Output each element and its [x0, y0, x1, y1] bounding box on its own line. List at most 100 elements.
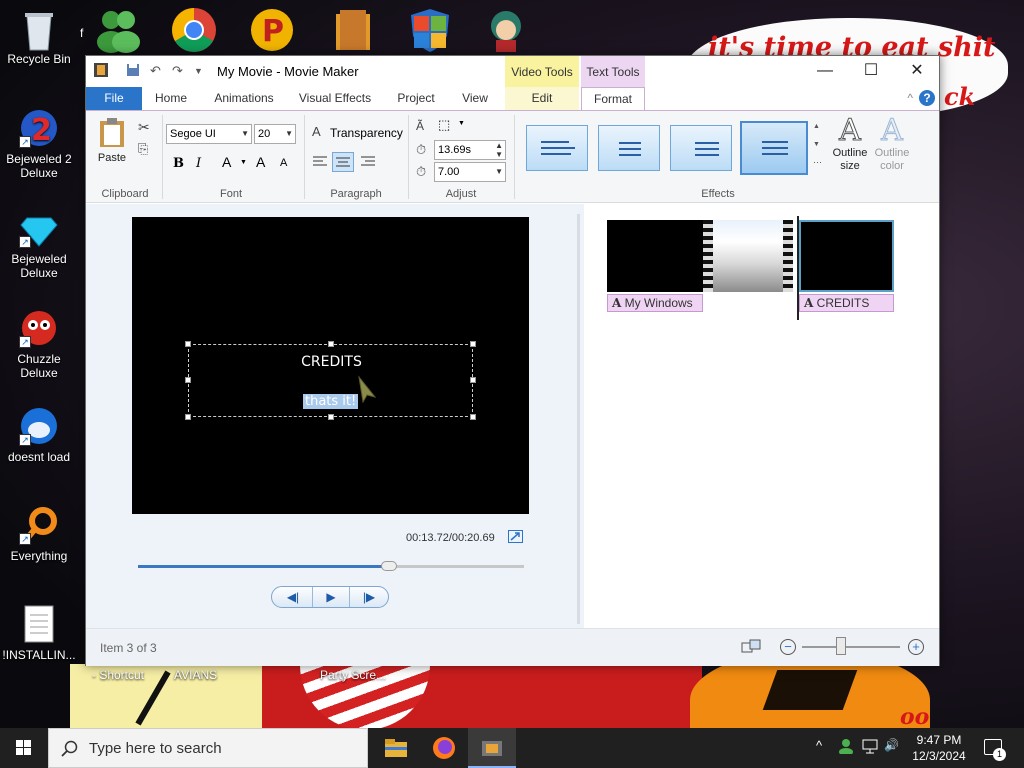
desktop-icon-bejeweled[interactable]: ↗ Bejeweled Deluxe: [1, 208, 77, 280]
tab-project[interactable]: Project: [388, 87, 444, 110]
resize-handle[interactable]: [185, 341, 191, 347]
tab-format[interactable]: Format: [581, 87, 645, 111]
zoom-slider-thumb[interactable]: [836, 637, 846, 655]
taskbar-file-explorer[interactable]: [372, 728, 420, 768]
resize-handle[interactable]: [185, 414, 191, 420]
customize-qat-icon[interactable]: ▼: [194, 66, 203, 76]
redo-icon[interactable]: ↷: [172, 63, 183, 79]
resize-handle[interactable]: [470, 341, 476, 347]
effect-thumb-3[interactable]: [670, 125, 732, 171]
gallery-more-icon[interactable]: ⋯: [813, 157, 822, 168]
effect-scroll-thumb[interactable]: [526, 125, 588, 171]
next-frame-button[interactable]: |▶: [350, 587, 388, 607]
chrome-icon[interactable]: [170, 6, 218, 54]
resize-handle[interactable]: [470, 414, 476, 420]
play-button[interactable]: ▶: [312, 587, 350, 607]
outline-size-button[interactable]: A Outline size: [826, 114, 874, 173]
peggle-icon[interactable]: P: [248, 6, 296, 54]
collapse-ribbon-icon[interactable]: ^: [907, 91, 913, 105]
fullscreen-icon[interactable]: [508, 530, 523, 543]
bold-button[interactable]: B: [173, 156, 184, 171]
duration-dropdown[interactable]: 7.00 ▼: [434, 162, 506, 182]
align-left-icon[interactable]: [312, 155, 328, 169]
paste-button[interactable]: Paste: [94, 117, 130, 164]
windows-defender-icon[interactable]: [406, 6, 454, 54]
copy-icon[interactable]: ⎘: [138, 141, 148, 157]
align-right-icon[interactable]: [360, 155, 376, 169]
desktop-icon-everything[interactable]: ↗ Everything: [1, 505, 77, 563]
maximize-button[interactable]: ☐: [848, 56, 894, 87]
people-tray-icon[interactable]: [838, 738, 854, 757]
caption-title-text[interactable]: CREDITS: [189, 354, 474, 370]
transparency-button[interactable]: Transparency: [330, 126, 403, 140]
taskbar-search-box[interactable]: Type here to search: [48, 728, 368, 768]
clip-thumbnail-selected[interactable]: [799, 220, 894, 292]
seek-bar[interactable]: [138, 561, 524, 571]
tab-home[interactable]: Home: [144, 87, 198, 110]
chevron-down-icon[interactable]: ▼: [240, 159, 247, 166]
desktop-icon-installing[interactable]: !INSTALLIN...: [1, 604, 77, 662]
tab-file[interactable]: File: [86, 87, 142, 110]
shrink-font-button[interactable]: A: [280, 157, 287, 169]
background-color-icon[interactable]: ⬚: [438, 117, 450, 133]
desktop-icon-label-partial[interactable]: - Shortcut: [92, 668, 144, 682]
desktop-icon-bejeweled-2[interactable]: 2 ↗ Bejeweled 2 Deluxe: [1, 108, 77, 180]
taskbar-firefox[interactable]: [420, 728, 468, 768]
desktop-icon-label-partial[interactable]: AVIANS: [174, 668, 217, 682]
video-preview[interactable]: CREDITS thats it!: [132, 217, 529, 514]
undo-icon[interactable]: ↶: [150, 63, 161, 79]
cut-icon[interactable]: ✂: [138, 119, 150, 136]
resize-handle[interactable]: [328, 414, 334, 420]
clip-thumbnail[interactable]: [703, 220, 793, 292]
volume-icon[interactable]: 🔊: [884, 738, 899, 752]
caption-item[interactable]: A My Windows: [607, 294, 703, 312]
desktop-icon-label-partial[interactable]: Party Scre...: [320, 668, 386, 682]
pane-splitter[interactable]: [577, 214, 580, 624]
show-hidden-icons[interactable]: ^: [816, 738, 822, 753]
align-center-icon[interactable]: [332, 152, 354, 172]
zoom-out-button[interactable]: −: [780, 639, 796, 655]
movie-maker-app-icon[interactable]: [94, 62, 108, 81]
people-icon[interactable]: [94, 6, 142, 54]
resize-handle[interactable]: [328, 341, 334, 347]
font-color-button[interactable]: A: [222, 154, 231, 170]
effect-thumb-2[interactable]: [598, 125, 660, 171]
tab-edit[interactable]: Edit: [505, 87, 579, 110]
caption-selected-text[interactable]: thats it!: [303, 394, 359, 409]
game-character-icon[interactable]: [482, 6, 530, 54]
gallery-scroll-down-icon[interactable]: ▼: [813, 141, 820, 148]
zoom-slider[interactable]: [802, 646, 900, 648]
tab-visual-effects[interactable]: Visual Effects: [292, 87, 378, 110]
seek-thumb[interactable]: [381, 561, 397, 571]
start-button[interactable]: [0, 728, 48, 768]
caption-item-selected[interactable]: A CREDITS: [799, 294, 894, 312]
font-size-dropdown[interactable]: 20 ▼: [254, 124, 296, 144]
desktop-icon-recycle-bin[interactable]: Recycle Bin: [1, 8, 77, 66]
previous-frame-button[interactable]: ◀|: [274, 587, 312, 607]
taskbar-movie-maker[interactable]: [468, 728, 516, 768]
font-family-dropdown[interactable]: Segoe UI ▼: [166, 124, 252, 144]
desktop-icon-doesnt-load[interactable]: ↗ doesnt load: [1, 406, 77, 464]
taskbar-clock[interactable]: 9:47 PM 12/3/2024: [906, 732, 972, 764]
zoom-in-button[interactable]: +: [908, 639, 924, 655]
outline-color-button[interactable]: A Outline color: [870, 114, 914, 173]
grow-font-button[interactable]: A: [256, 154, 265, 170]
desktop-icon-chuzzle[interactable]: ↗ Chuzzle Deluxe: [1, 308, 77, 380]
network-icon[interactable]: [862, 738, 878, 757]
effect-thumb-selected[interactable]: [740, 121, 808, 175]
gallery-scroll-up-icon[interactable]: ▲: [813, 123, 820, 130]
start-time-field[interactable]: 13.69s ▲ ▼: [434, 140, 506, 160]
minimize-button[interactable]: —: [802, 56, 848, 87]
save-icon[interactable]: [126, 63, 140, 80]
resize-handle[interactable]: [470, 377, 476, 383]
close-button[interactable]: ✕: [894, 56, 940, 87]
tab-animations[interactable]: Animations: [206, 87, 282, 110]
italic-button[interactable]: I: [196, 156, 201, 171]
text-selection-box[interactable]: CREDITS thats it!: [185, 341, 476, 420]
thumbnail-size-icon[interactable]: [741, 639, 761, 655]
clip-thumbnail[interactable]: [607, 220, 703, 292]
chevron-down-icon[interactable]: ▼: [458, 120, 465, 127]
tab-view[interactable]: View: [452, 87, 498, 110]
resize-handle[interactable]: [185, 377, 191, 383]
help-icon[interactable]: ?: [919, 90, 935, 106]
